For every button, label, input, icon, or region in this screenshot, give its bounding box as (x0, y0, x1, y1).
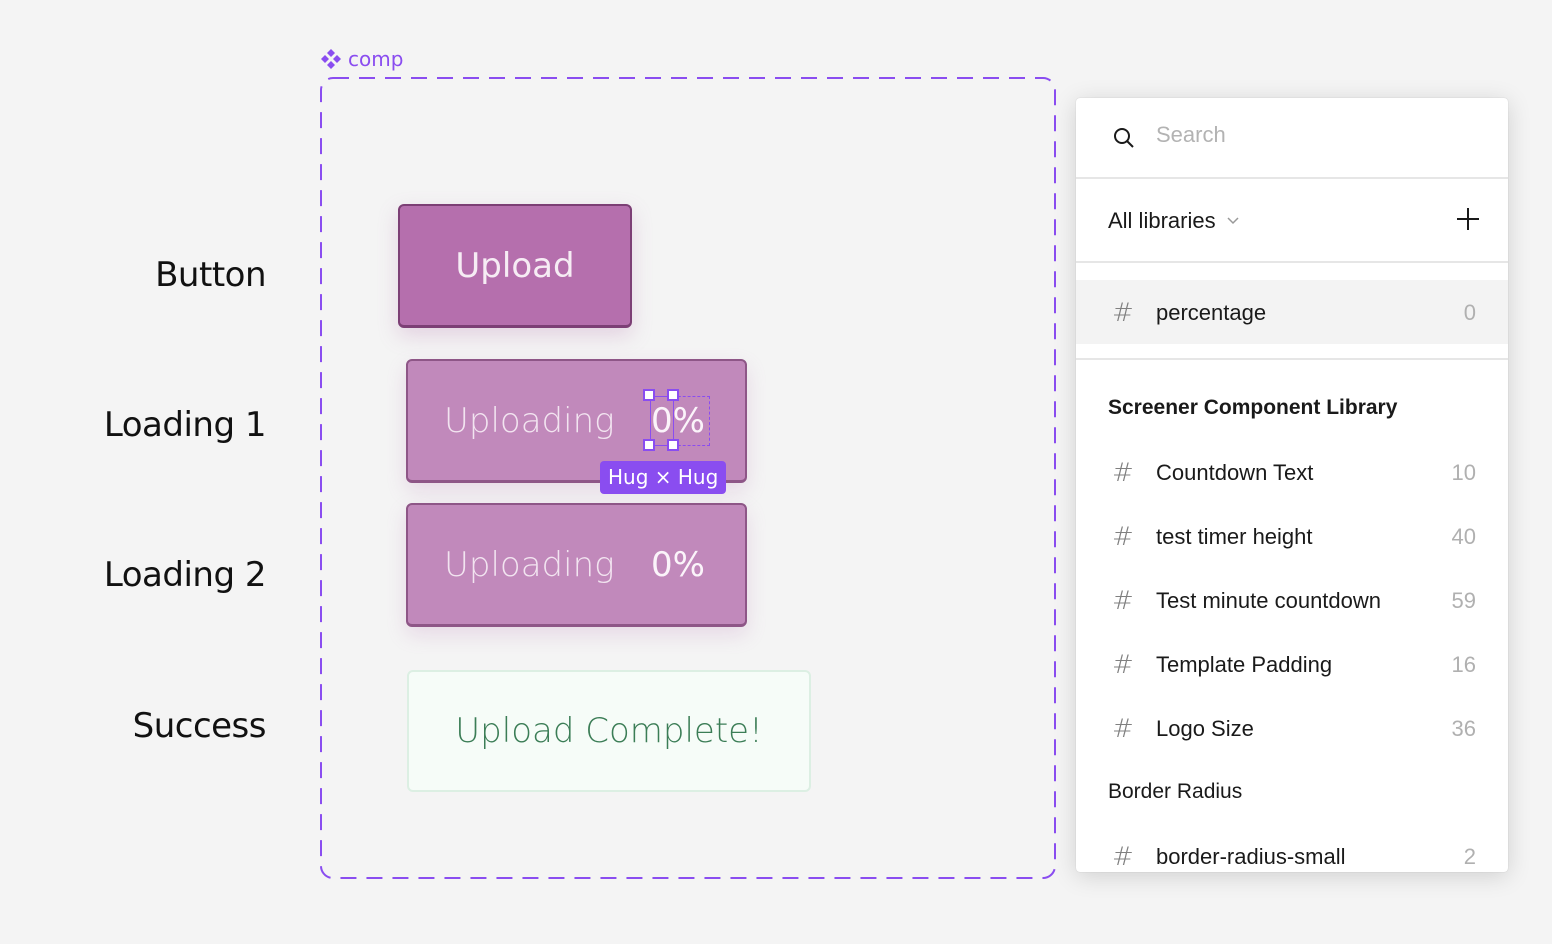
number-variable-icon: # (1112, 714, 1134, 744)
resize-handle-bottom-right[interactable] (667, 439, 679, 451)
loading-2-button[interactable]: Uploading 0% (406, 503, 747, 627)
success-message-box[interactable]: Upload Complete! (407, 670, 811, 792)
library-group-title: Screener Component Library (1108, 396, 1398, 419)
variable-group-title: Border Radius (1108, 780, 1243, 803)
component-icon (321, 49, 341, 69)
number-variable-icon: # (1112, 522, 1134, 552)
variable-item[interactable]: # border-radius-small 2 (1076, 824, 1508, 872)
add-library-icon[interactable] (1456, 207, 1480, 231)
search-input[interactable] (1156, 122, 1456, 148)
row-label-button: Button (155, 255, 266, 295)
upload-button-label: Upload (455, 245, 575, 286)
resize-handle-bottom-left[interactable] (643, 439, 655, 451)
library-filter-dropdown[interactable]: All libraries (1108, 208, 1240, 234)
variable-name: percentage (1156, 300, 1267, 325)
number-variable-icon: # (1112, 650, 1134, 680)
number-variable-icon: # (1112, 842, 1134, 872)
variable-name: test timer height (1156, 524, 1313, 549)
variable-item[interactable]: # Test minute countdown 59 (1076, 568, 1508, 632)
variable-name: Template Padding (1156, 652, 1333, 677)
search-bar (1076, 98, 1508, 179)
variable-value: 40 (1451, 524, 1476, 549)
loading-1-label: Uploading (444, 401, 615, 441)
library-filter-label: All libraries (1108, 208, 1216, 233)
resize-handle-top-right[interactable] (667, 389, 679, 401)
variable-value: 36 (1451, 716, 1476, 741)
variable-item[interactable]: # test timer height 40 (1076, 504, 1508, 568)
variable-name: Test minute countdown (1156, 588, 1382, 613)
component-name: comp (348, 47, 404, 71)
variable-name: border-radius-small (1156, 844, 1346, 869)
variable-value: 10 (1451, 460, 1476, 485)
loading-2-percentage: 0% (651, 545, 705, 585)
row-label-loading-2: Loading 2 (103, 555, 267, 595)
upload-button[interactable]: Upload (398, 204, 632, 328)
loading-2-label: Uploading (444, 545, 615, 585)
chevron-down-icon (1227, 217, 1239, 225)
row-label-loading-1: Loading 1 (103, 405, 267, 445)
library-filter-row: All libraries (1076, 179, 1508, 263)
search-icon (1114, 128, 1134, 148)
variable-value: 2 (1463, 844, 1476, 869)
variable-item-percentage[interactable]: # percentage 0 (1076, 280, 1508, 344)
number-variable-icon: # (1112, 586, 1134, 616)
variable-value: 0 (1463, 300, 1476, 325)
variable-item[interactable]: # Template Padding 16 (1076, 632, 1508, 696)
variables-panel: All libraries # percentage 0 Screener Co… (1076, 98, 1508, 872)
variable-name: Logo Size (1156, 716, 1254, 741)
variable-value: 59 (1451, 588, 1476, 613)
variable-item[interactable]: # Logo Size 36 (1076, 696, 1508, 760)
number-variable-icon: # (1112, 458, 1134, 488)
resize-handle-top-left[interactable] (643, 389, 655, 401)
variable-value: 16 (1451, 652, 1476, 677)
sizing-badge[interactable]: Hug × Hug (600, 461, 727, 494)
row-label-success: Success (132, 706, 267, 746)
success-message: Upload Complete! (455, 711, 763, 751)
divider (1076, 358, 1508, 360)
number-variable-icon: # (1112, 298, 1134, 328)
variable-name: Countdown Text (1156, 460, 1314, 485)
component-label[interactable]: comp (320, 47, 403, 71)
variable-item[interactable]: # Countdown Text 10 (1076, 440, 1508, 504)
